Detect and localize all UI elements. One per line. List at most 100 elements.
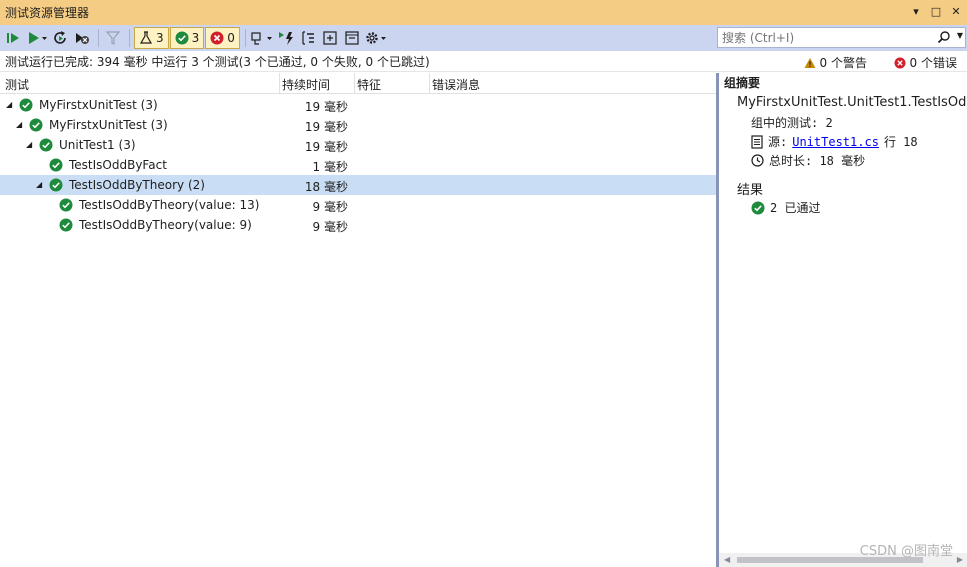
expand-collapse-icon[interactable]: ◢: [16, 120, 26, 129]
group-full-name: MyFirstxUnitTest.UnitTest1.TestIsOdd: [737, 95, 967, 110]
tree-row[interactable]: ◢ MyFirstxUnitTest (3) 19 毫秒: [0, 95, 716, 115]
tree-row[interactable]: TestIsOddByTheory(value: 13) 9 毫秒: [0, 195, 716, 215]
tree-row[interactable]: TestIsOddByTheory(value: 9) 9 毫秒: [0, 215, 716, 235]
expand-all-icon: [323, 31, 337, 45]
tree-row[interactable]: ◢ UnitTest1 (3) 19 毫秒: [0, 135, 716, 155]
errors-count: 0 个错误: [909, 56, 957, 70]
expand-collapse-icon[interactable]: ◢: [26, 140, 36, 149]
source-line: 源: UnitTest1.cs 行 18: [751, 133, 918, 150]
test-name: TestIsOddByTheory(value: 13): [79, 198, 260, 212]
close-icon[interactable]: ✕: [949, 4, 963, 20]
test-duration: 19 毫秒: [304, 120, 348, 134]
summary-title: 组摘要: [724, 76, 761, 90]
passed-icon: [29, 118, 43, 132]
passed-icon: [751, 201, 765, 214]
passed-results-text: 2 已通过: [770, 201, 821, 215]
column-header-duration[interactable]: 持续时间: [282, 76, 330, 93]
run-icon: [29, 32, 47, 44]
total-duration-line: 总时长: 18 毫秒: [751, 152, 865, 169]
expand-all-button[interactable]: [320, 27, 340, 49]
flask-icon: [139, 31, 153, 44]
playlist-icon: [251, 32, 272, 45]
column-divider[interactable]: [354, 73, 355, 94]
watermark: CSDN @图南堂: [859, 544, 953, 559]
window-title-bar: 测试资源管理器 ▾ □ ✕: [0, 0, 967, 25]
search-options-chevron-down-icon[interactable]: ▼: [957, 31, 963, 40]
run-summary-text: 测试运行已完成: 394 毫秒 中运行 3 个测试(3 个已通过, 0 个失败,…: [5, 54, 430, 69]
column-header-traits[interactable]: 特征: [357, 76, 381, 93]
column-header-test[interactable]: 测试: [5, 76, 29, 93]
scroll-left-icon[interactable]: ◀: [724, 555, 730, 564]
source-label: 源:: [768, 135, 788, 149]
expand-collapse-icon[interactable]: ◢: [36, 180, 46, 189]
test-tree-pane: 测试 持续时间 特征 错误消息 ◢ MyFirstxUnitTest (3) 19 …: [0, 73, 716, 567]
refresh-icon: [54, 31, 66, 44]
window-title: 测试资源管理器: [5, 6, 90, 20]
errors-indicator[interactable]: 0 个错误: [894, 54, 957, 71]
search-icon[interactable]: [937, 30, 951, 44]
collapse-all-button[interactable]: [342, 27, 362, 49]
gear-icon: [366, 32, 386, 44]
search-input[interactable]: [718, 30, 933, 45]
test-duration: 19 毫秒: [304, 100, 348, 114]
test-name: TestIsOddByFact: [69, 158, 167, 172]
run-all-button[interactable]: [4, 27, 24, 49]
column-divider[interactable]: [279, 73, 280, 94]
passed-icon: [59, 218, 73, 232]
failed-tests-filter[interactable]: 0: [205, 27, 240, 49]
tests-in-group-text: 组中的测试: 2: [751, 116, 833, 130]
group-summary-pane: 组摘要 MyFirstxUnitTest.UnitTest1.TestIsOdd…: [719, 73, 967, 567]
passed-tests-filter[interactable]: 3: [169, 27, 205, 49]
column-divider[interactable]: [429, 73, 430, 94]
test-name: TestIsOddByTheory (2): [69, 178, 205, 192]
toolbar-separator: [98, 29, 99, 47]
filter-button[interactable]: [103, 27, 123, 49]
filter-icon: [105, 31, 121, 45]
run-tests-after-build-button[interactable]: [276, 27, 296, 49]
failed-count: 0: [227, 31, 235, 45]
test-duration: 9 毫秒: [312, 220, 348, 234]
tree-row[interactable]: ◢ MyFirstxUnitTest (3) 19 毫秒: [0, 115, 716, 135]
source-file-link[interactable]: UnitTest1.cs: [792, 135, 879, 149]
results-passed-line: 2 已通过: [751, 199, 820, 216]
test-name: MyFirstxUnitTest (3): [39, 98, 158, 112]
collapse-all-icon: [345, 31, 359, 45]
dropdown-window-icon[interactable]: ▾: [909, 4, 923, 20]
warnings-indicator[interactable]: 0 个警告: [804, 54, 867, 71]
passed-count: 3: [191, 31, 200, 45]
cancel-run-button[interactable]: [72, 27, 92, 49]
test-duration: 9 毫秒: [312, 200, 348, 214]
run-button[interactable]: [26, 27, 48, 49]
search-box[interactable]: ▼: [717, 27, 966, 48]
maximize-icon[interactable]: □: [929, 4, 943, 20]
tree-row[interactable]: ◢ TestIsOddByTheory (2) 18 毫秒: [0, 175, 716, 195]
clock-icon: [751, 154, 764, 167]
passed-icon: [175, 31, 189, 45]
tree-row[interactable]: TestIsOddByFact 1 毫秒: [0, 155, 716, 175]
document-icon: [751, 134, 763, 149]
repeat-last-run-button[interactable]: [50, 27, 70, 49]
column-header-error-message[interactable]: 错误消息: [432, 76, 480, 93]
toolbar: 3 3 0 ▼: [0, 25, 967, 51]
playlist-button[interactable]: [250, 27, 274, 49]
passed-icon: [49, 158, 63, 172]
expand-collapse-icon[interactable]: ◢: [6, 100, 16, 109]
scroll-right-icon[interactable]: ▶: [957, 555, 963, 564]
settings-button[interactable]: [364, 27, 388, 49]
test-duration: 1 毫秒: [312, 160, 348, 174]
group-by-button[interactable]: [298, 27, 318, 49]
run-all-icon: [7, 33, 19, 43]
total-count: 3: [156, 31, 164, 45]
error-icon: [894, 57, 906, 68]
source-line-number: 行 18: [883, 135, 918, 149]
results-title: 结果: [737, 183, 764, 198]
tests-in-group: 组中的测试: 2: [751, 114, 833, 131]
cancel-run-icon: [76, 33, 89, 44]
failed-icon: [210, 31, 224, 45]
total-tests-filter[interactable]: 3: [134, 27, 169, 49]
column-headers: 测试 持续时间 特征 错误消息: [0, 73, 716, 94]
run-after-build-icon: [278, 32, 293, 45]
passed-icon: [49, 178, 63, 192]
passed-icon: [59, 198, 73, 212]
test-name: MyFirstxUnitTest (3): [49, 118, 168, 132]
